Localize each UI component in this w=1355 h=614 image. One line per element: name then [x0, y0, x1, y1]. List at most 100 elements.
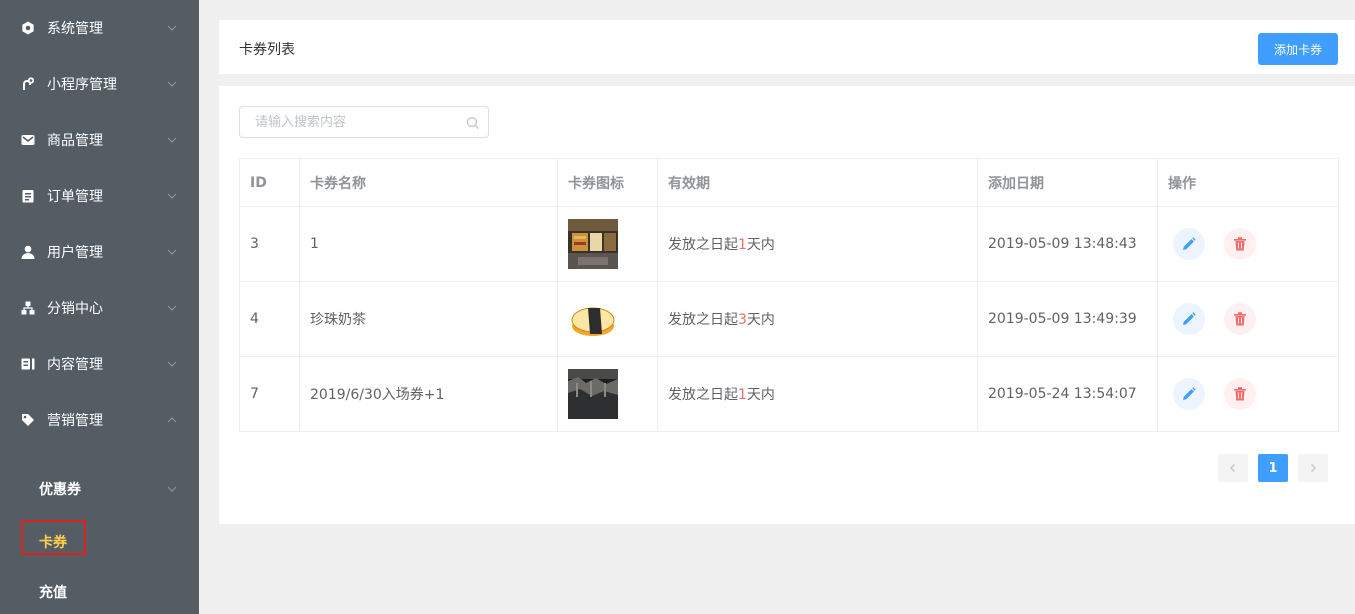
sidebar: 系统管理 小程序管理 商品管理 订单管理 用户管理 分销中心 内容管理 营销管理… [0, 0, 199, 614]
nav-item-miniprogram[interactable]: 小程序管理 [0, 56, 199, 112]
pencil-icon [1183, 237, 1196, 250]
add-card-button[interactable]: 添加卡券 [1258, 33, 1338, 65]
sub-item-label: 优惠券 [39, 482, 81, 498]
chevron-right-icon [1311, 464, 1316, 472]
cell-icon [557, 281, 658, 357]
dark-scene-photo [568, 369, 618, 419]
nav-label: 商品管理 [47, 133, 103, 149]
gear-icon [20, 20, 36, 36]
cell-name: 1 [299, 206, 558, 282]
table-row: 7 2019/6/30入场券+1 发放之日起1天内 2019-05-24 13:… [239, 356, 1339, 432]
nav-label: 系统管理 [47, 21, 103, 37]
chevron-up-icon [167, 417, 177, 423]
cell-actions [1157, 206, 1339, 282]
cell-icon [557, 356, 658, 432]
column-header: ID [239, 158, 300, 207]
nav-label: 用户管理 [47, 245, 103, 261]
column-header: 卡券名称 [299, 158, 558, 207]
trash-icon [1234, 312, 1247, 326]
cell-validity: 发放之日起3天内 [657, 281, 978, 357]
sub-item-recharge[interactable]: 充值 [0, 567, 199, 614]
validity-text: 发放之日起 [668, 387, 738, 403]
chevron-down-icon [167, 137, 177, 143]
sub-item-label: 充值 [39, 585, 67, 601]
validity-number: 3 [738, 312, 747, 328]
nav-label: 营销管理 [47, 413, 103, 429]
content-icon [20, 356, 36, 372]
cell-validity: 发放之日起1天内 [657, 356, 978, 432]
header-card: 卡券列表 添加卡券 [219, 20, 1355, 74]
sub-item-coupon[interactable]: 优惠券 [0, 464, 199, 514]
nav-item-orders[interactable]: 订单管理 [0, 168, 199, 224]
tag-icon [20, 412, 36, 428]
cell-name: 珍珠奶茶 [299, 281, 558, 357]
store-photo [568, 219, 618, 269]
main-card: ID 卡券名称 卡券图标 有效期 添加日期 操作 3 1 [219, 86, 1355, 524]
cell-actions [1157, 281, 1339, 357]
cell-name: 2019/6/30入场券+1 [299, 356, 558, 432]
validity-text: 发放之日起 [668, 237, 738, 253]
cell-validity: 发放之日起1天内 [657, 206, 978, 282]
edit-button[interactable] [1173, 303, 1205, 335]
cell-id: 4 [239, 281, 300, 357]
pencil-icon [1183, 312, 1196, 325]
column-header: 卡券图标 [557, 158, 658, 207]
validity-number: 1 [738, 237, 747, 253]
nav-item-users[interactable]: 用户管理 [0, 224, 199, 280]
link-icon [20, 76, 36, 92]
sushi-image [568, 294, 618, 344]
page-number-button[interactable]: 1 [1258, 454, 1288, 482]
nav-label: 内容管理 [47, 357, 103, 373]
delete-button[interactable] [1224, 303, 1257, 335]
nav-item-system[interactable]: 系统管理 [0, 0, 199, 56]
nav-label: 小程序管理 [47, 77, 117, 93]
table-row: 3 1 发放之日起1天内 2019-05-09 13:48:43 [239, 206, 1339, 282]
search-icon[interactable] [466, 116, 480, 130]
user-icon [20, 244, 36, 260]
column-header: 有效期 [657, 158, 978, 207]
chevron-down-icon [167, 486, 177, 492]
nav-item-content[interactable]: 内容管理 [0, 336, 199, 392]
page-title: 卡券列表 [239, 42, 295, 58]
chevron-down-icon [167, 361, 177, 367]
chevron-down-icon [167, 25, 177, 31]
prev-page-button[interactable] [1218, 454, 1248, 482]
next-page-button[interactable] [1298, 454, 1328, 482]
table-header-row: ID 卡券名称 卡券图标 有效期 添加日期 操作 [239, 158, 1339, 207]
card-table: ID 卡券名称 卡券图标 有效期 添加日期 操作 3 1 发放之日起1天内 20… [239, 158, 1339, 432]
nav-item-distribution[interactable]: 分销中心 [0, 280, 199, 336]
cell-id: 7 [239, 356, 300, 432]
cell-actions [1157, 356, 1339, 432]
cell-icon [557, 206, 658, 282]
cell-date: 2019-05-24 13:54:07 [977, 356, 1158, 432]
search-box [239, 106, 489, 138]
delete-button[interactable] [1224, 378, 1257, 410]
clipboard-icon [20, 188, 36, 204]
validity-number: 1 [738, 387, 747, 403]
nav-label: 订单管理 [47, 189, 103, 205]
nav-label: 分销中心 [47, 301, 103, 317]
validity-text: 发放之日起 [668, 312, 738, 328]
validity-text: 天内 [746, 237, 775, 253]
chevron-down-icon [167, 193, 177, 199]
edit-button[interactable] [1173, 378, 1205, 410]
delete-button[interactable] [1224, 228, 1257, 260]
chevron-down-icon [167, 81, 177, 87]
search-input[interactable] [240, 107, 460, 137]
chevron-left-icon [1230, 464, 1235, 472]
trash-icon [1234, 237, 1247, 251]
column-header: 添加日期 [977, 158, 1158, 207]
pencil-icon [1183, 387, 1196, 400]
selection-highlight [21, 520, 86, 555]
cell-date: 2019-05-09 13:48:43 [977, 206, 1158, 282]
edit-button[interactable] [1173, 228, 1205, 260]
chevron-down-icon [167, 305, 177, 311]
nav-item-marketing[interactable]: 营销管理 [0, 392, 199, 448]
column-header: 操作 [1157, 158, 1339, 207]
chevron-down-icon [167, 249, 177, 255]
sitemap-icon [20, 300, 36, 316]
trash-icon [1234, 387, 1247, 401]
cell-date: 2019-05-09 13:49:39 [977, 281, 1158, 357]
nav-item-goods[interactable]: 商品管理 [0, 112, 199, 168]
validity-text: 天内 [746, 387, 775, 403]
